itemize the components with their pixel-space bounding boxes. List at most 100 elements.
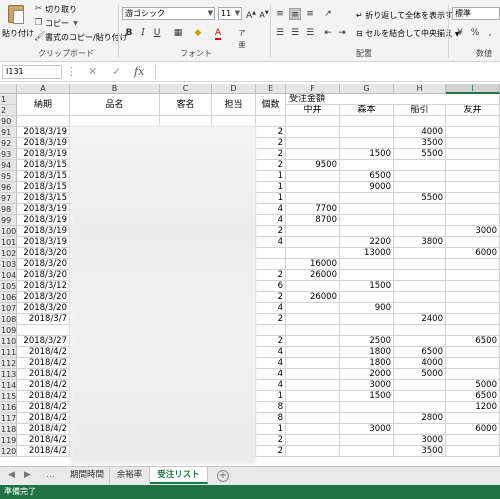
cell-funabiki[interactable]: 2800 <box>394 413 446 424</box>
row-header[interactable]: 98 <box>0 204 17 215</box>
cell-tomoi[interactable] <box>446 369 500 380</box>
cell-date[interactable]: 2018/3/20 <box>17 248 70 259</box>
cell-date[interactable]: 2018/3/12 <box>17 281 70 292</box>
tab-more-icon[interactable]: … <box>46 470 55 480</box>
number-format-select[interactable]: 標準 <box>452 7 500 20</box>
column-header-i[interactable]: I <box>446 84 500 94</box>
cell-morimoto[interactable] <box>340 435 394 446</box>
cell-morimoto[interactable]: 1500 <box>340 391 394 402</box>
cell-funabiki[interactable] <box>394 424 446 435</box>
row-header[interactable]: 115 <box>0 391 17 402</box>
cell-tomoi[interactable]: 6500 <box>446 336 500 347</box>
cell-morimoto[interactable]: 1800 <box>340 358 394 369</box>
cell-date[interactable]: 2018/4/2 <box>17 369 70 380</box>
row-header[interactable]: 114 <box>0 380 17 391</box>
cell-qty[interactable] <box>256 325 286 336</box>
cell-funabiki[interactable]: 4000 <box>394 127 446 138</box>
row-header[interactable]: 106 <box>0 292 17 303</box>
add-sheet-button[interactable]: + <box>217 470 229 482</box>
cell-tomoi[interactable]: 6000 <box>446 424 500 435</box>
header-nakai[interactable]: 中井 <box>286 105 340 116</box>
cell-date[interactable]: 2018/3/20 <box>17 270 70 281</box>
cell-morimoto[interactable]: 2500 <box>340 336 394 347</box>
cell-qty[interactable]: 1 <box>256 193 286 204</box>
cell-tomoi[interactable] <box>446 149 500 160</box>
cell-tomoi[interactable] <box>446 435 500 446</box>
cell-nakai[interactable] <box>286 182 340 193</box>
cell-date[interactable]: 2018/4/2 <box>17 413 70 424</box>
cell-date[interactable]: 2018/4/2 <box>17 402 70 413</box>
column-header-g[interactable]: G <box>340 84 394 94</box>
cell-date[interactable]: 2018/4/2 <box>17 446 70 457</box>
cell-funabiki[interactable]: 5000 <box>394 369 446 380</box>
cell-morimoto[interactable] <box>340 226 394 237</box>
cell-qty[interactable]: 2 <box>256 226 286 237</box>
cell-morimoto[interactable] <box>340 215 394 226</box>
cell-tomoi[interactable] <box>446 171 500 182</box>
column-header-c[interactable]: C <box>160 84 212 94</box>
align-left-icon[interactable]: ☰ <box>274 27 286 39</box>
cell-morimoto[interactable]: 900 <box>340 303 394 314</box>
cell-date[interactable]: 2018/3/15 <box>17 193 70 204</box>
formula-input[interactable] <box>155 65 498 79</box>
cell-date[interactable]: 2018/3/7 <box>17 314 70 325</box>
cell-tomoi[interactable] <box>446 259 500 270</box>
cell-morimoto[interactable]: 9000 <box>340 182 394 193</box>
cell-morimoto[interactable]: 6500 <box>340 171 394 182</box>
cell-morimoto[interactable] <box>340 138 394 149</box>
tab-scroll-right-icon[interactable]: ▶ <box>24 470 31 480</box>
cell-tomoi[interactable]: 6500 <box>446 391 500 402</box>
cell-nakai[interactable] <box>286 314 340 325</box>
cell-morimoto[interactable]: 2200 <box>340 237 394 248</box>
cell-tomoi[interactable] <box>446 160 500 171</box>
cell-funabiki[interactable] <box>394 182 446 193</box>
row-header[interactable]: 105 <box>0 281 17 292</box>
indent-decrease-icon[interactable]: ⇤ <box>322 27 334 39</box>
cell-funabiki[interactable] <box>394 292 446 303</box>
cell-nakai[interactable] <box>286 325 340 336</box>
cell-nakai[interactable] <box>286 402 340 413</box>
cell-qty[interactable] <box>256 259 286 270</box>
row-header[interactable]: 90 <box>0 116 17 127</box>
cell-qty[interactable]: 4 <box>256 237 286 248</box>
cell-tomoi[interactable] <box>446 270 500 281</box>
cell-tomoi[interactable] <box>446 413 500 424</box>
row-header[interactable]: 94 <box>0 160 17 171</box>
cell-date[interactable]: 2018/3/20 <box>17 259 70 270</box>
row-header[interactable]: 101 <box>0 237 17 248</box>
cell-nakai[interactable] <box>286 171 340 182</box>
spreadsheet-grid[interactable]: A B C D E F G H I 1 2 納期 品名 客名 担当 個数 受注金額 中井 森本 船引 友井 90 91 201… <box>0 84 500 465</box>
currency-icon[interactable]: ¥ <box>454 27 466 39</box>
cell-qty[interactable]: 4 <box>256 369 286 380</box>
cell-funabiki[interactable] <box>394 391 446 402</box>
cell-funabiki[interactable] <box>394 226 446 237</box>
cell-funabiki[interactable]: 2400 <box>394 314 446 325</box>
cell-date[interactable]: 2018/3/19 <box>17 138 70 149</box>
cell-qty[interactable]: 6 <box>256 281 286 292</box>
cell-nakai[interactable]: 7700 <box>286 204 340 215</box>
decrease-font-icon[interactable]: A▼ <box>258 7 270 20</box>
cell-tomoi[interactable] <box>446 116 500 127</box>
more-icon[interactable]: ⋮ <box>66 65 77 79</box>
cell-date[interactable]: 2018/3/15 <box>17 171 70 182</box>
phonetic-icon[interactable]: ア亜 <box>236 27 248 49</box>
cell-nakai[interactable] <box>286 237 340 248</box>
cell-qty[interactable]: 4 <box>256 215 286 226</box>
sheet-tab[interactable]: 余裕率 <box>110 467 150 484</box>
cell-nakai[interactable] <box>286 347 340 358</box>
sheet-tab[interactable]: 期間時間 <box>65 467 110 484</box>
cell-date[interactable]: 2018/4/2 <box>17 435 70 446</box>
cell-funabiki[interactable] <box>394 303 446 314</box>
cell-funabiki[interactable] <box>394 116 446 127</box>
cell-date[interactable]: 2018/4/2 <box>17 347 70 358</box>
cell-date[interactable]: 2018/3/15 <box>17 160 70 171</box>
cell-nakai[interactable] <box>286 380 340 391</box>
row-header[interactable]: 93 <box>0 149 17 160</box>
cancel-icon[interactable]: ✕ <box>88 65 97 79</box>
row-header[interactable]: 116 <box>0 402 17 413</box>
underline-button[interactable]: U <box>151 27 163 39</box>
cell-qty[interactable]: 2 <box>256 292 286 303</box>
row-header[interactable]: 99 <box>0 215 17 226</box>
cell-qty[interactable]: 2 <box>256 435 286 446</box>
cell-funabiki[interactable]: 3500 <box>394 446 446 457</box>
